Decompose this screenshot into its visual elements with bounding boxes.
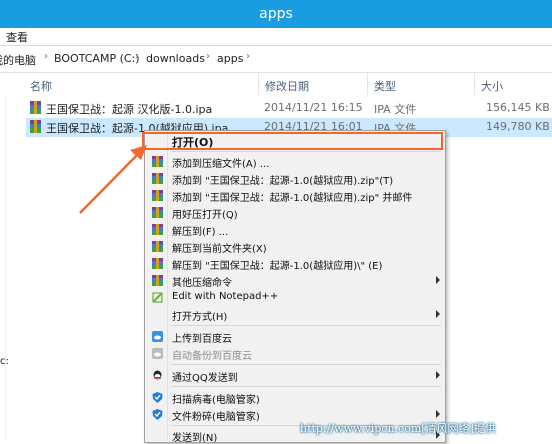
watermark: http://www.vipcn.com[清风网络]提供 bbox=[300, 422, 496, 435]
annotation-arrow-icon bbox=[79, 145, 147, 214]
